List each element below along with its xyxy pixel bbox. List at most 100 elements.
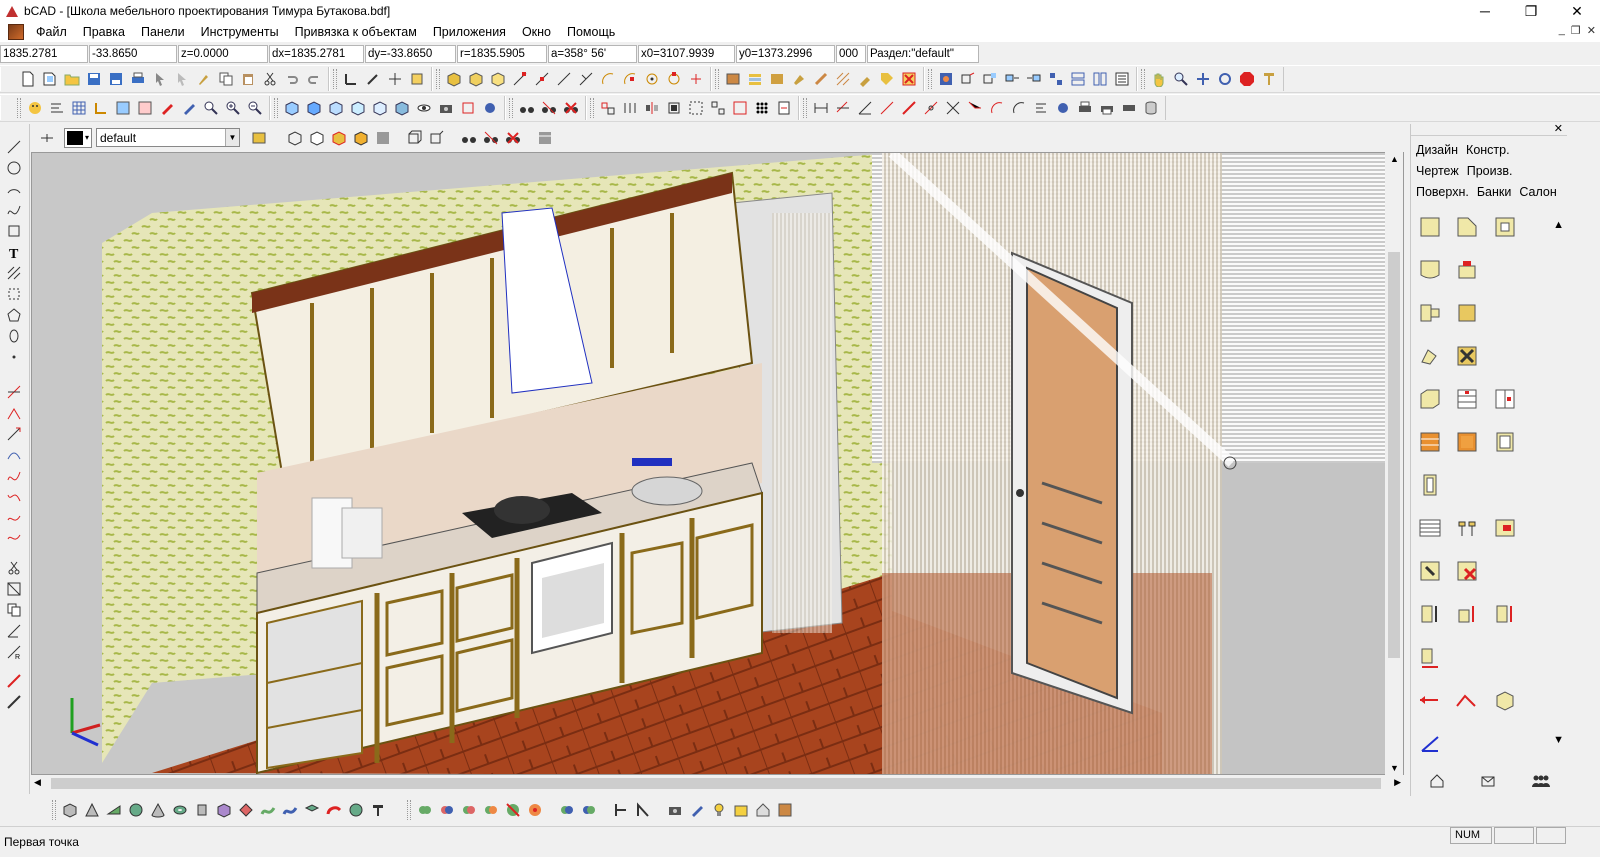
undo-icon[interactable] (281, 68, 303, 90)
arc-dim-icon[interactable] (986, 97, 1008, 119)
snap-perp-icon[interactable] (575, 68, 597, 90)
snap-near-icon[interactable] (553, 68, 575, 90)
grid-icon[interactable] (68, 97, 90, 119)
move-2-icon[interactable] (1023, 68, 1045, 90)
panel-edge-icon[interactable] (1454, 257, 1480, 283)
cad-viewport[interactable] (31, 152, 1404, 775)
edit-line-icon[interactable] (0, 381, 28, 402)
camera-icon[interactable] (435, 97, 457, 119)
pencil-2-icon[interactable] (178, 97, 200, 119)
shelf-icon[interactable] (1417, 300, 1443, 326)
binoculars-2-icon[interactable] (538, 97, 560, 119)
sweep-icon[interactable] (257, 799, 279, 821)
move-arrow-icon[interactable] (1417, 687, 1443, 713)
intersect-icon[interactable] (458, 799, 480, 821)
align-down-icon[interactable] (1417, 644, 1443, 670)
bulb-icon[interactable] (708, 799, 730, 821)
doors-icon[interactable] (1492, 386, 1518, 412)
ungroup-icon[interactable] (707, 97, 729, 119)
pin-icon[interactable] (36, 127, 58, 149)
table-view-icon[interactable] (534, 127, 556, 149)
panel-close-icon[interactable]: ✕ (1554, 122, 1563, 135)
trim-icon[interactable] (0, 402, 28, 423)
dim-diameter-icon[interactable] (898, 97, 920, 119)
tab-production[interactable]: Произв. (1465, 161, 1515, 182)
line-icon[interactable] (0, 136, 28, 157)
vertical-scrollbar[interactable]: ▲ ▼ (1385, 152, 1403, 775)
layer-manager-icon[interactable] (248, 127, 270, 149)
shell-icon[interactable] (345, 799, 367, 821)
loft-icon[interactable] (279, 799, 301, 821)
dim-ordinate-icon[interactable] (920, 97, 942, 119)
printer-icon[interactable] (1074, 97, 1096, 119)
view-front-icon[interactable] (281, 97, 303, 119)
eye-icon[interactable] (413, 97, 435, 119)
copy-obj-icon[interactable] (0, 599, 28, 620)
snap-arc-icon[interactable] (597, 68, 619, 90)
align-icon[interactable] (597, 97, 619, 119)
view-left-icon[interactable] (325, 97, 347, 119)
render-icon[interactable] (935, 68, 957, 90)
horizontal-scrollbar[interactable]: ◀ ▶ (31, 775, 1404, 792)
redo-icon[interactable] (303, 68, 325, 90)
dim-linear-icon[interactable] (810, 97, 832, 119)
panel-curve-icon[interactable] (1417, 257, 1443, 283)
tab-drawing[interactable]: Чертеж (1414, 161, 1461, 182)
binoculars-x-icon[interactable] (560, 97, 582, 119)
curve-4-icon[interactable] (0, 528, 28, 549)
hand-tool-icon[interactable] (1417, 343, 1443, 369)
close-button[interactable]: ✕ (1554, 0, 1600, 22)
color-picker[interactable]: ▾ (64, 127, 92, 148)
solid-pyramid-icon[interactable] (81, 799, 103, 821)
find-2-icon[interactable] (480, 127, 502, 149)
curve-icon[interactable] (0, 465, 28, 486)
pan-hand-icon[interactable] (1148, 68, 1170, 90)
curve-3-icon[interactable] (0, 507, 28, 528)
material-box-icon[interactable] (774, 799, 796, 821)
arc-dim-2-icon[interactable] (1008, 97, 1030, 119)
box-wire-2-icon[interactable] (426, 127, 448, 149)
mail-icon[interactable] (1480, 773, 1496, 792)
block-icon[interactable] (729, 97, 751, 119)
rotate-icon[interactable] (0, 620, 28, 641)
view-2-icon[interactable] (979, 68, 1001, 90)
spline-icon[interactable] (0, 199, 28, 220)
save-as-icon[interactable] (105, 68, 127, 90)
cross-snap-icon[interactable] (384, 68, 406, 90)
dim-icon[interactable] (457, 97, 479, 119)
hidden-view-icon[interactable] (306, 127, 328, 149)
zoom-out-icon[interactable] (244, 97, 266, 119)
printer-2-icon[interactable] (1096, 97, 1118, 119)
select-arrow-icon[interactable] (149, 68, 171, 90)
distribute-icon[interactable] (619, 97, 641, 119)
menu-apps[interactable]: Приложения (425, 22, 514, 42)
path-icon[interactable] (1454, 687, 1480, 713)
mirror-icon[interactable] (641, 97, 663, 119)
extrude-icon[interactable] (213, 799, 235, 821)
solid-cube-icon[interactable] (59, 799, 81, 821)
measure-dist-icon[interactable] (610, 799, 632, 821)
profile-icon[interactable] (367, 799, 389, 821)
tile-h-icon[interactable] (1067, 68, 1089, 90)
delete-part-icon[interactable] (1454, 558, 1480, 584)
snap-end-icon[interactable] (509, 68, 531, 90)
menu-edit[interactable]: Правка (75, 22, 133, 42)
curve-2-icon[interactable] (0, 486, 28, 507)
layers-icon[interactable] (744, 68, 766, 90)
solid-wedge-icon[interactable] (103, 799, 125, 821)
new-window-icon[interactable] (39, 68, 61, 90)
fittings-icon[interactable] (1454, 515, 1480, 541)
stop-icon[interactable] (1236, 68, 1258, 90)
tag-icon[interactable] (876, 68, 898, 90)
tools-icon[interactable] (1454, 343, 1480, 369)
cabinet-icon[interactable] (1417, 386, 1443, 412)
list-icon[interactable] (1111, 68, 1133, 90)
dim-angle-icon[interactable] (854, 97, 876, 119)
zoom-icon[interactable] (1170, 68, 1192, 90)
smiley-icon[interactable] (24, 97, 46, 119)
insert-icon[interactable] (773, 97, 795, 119)
layer-select[interactable]: default ▼ (96, 128, 240, 147)
rotate-r-icon[interactable]: R (0, 641, 28, 662)
paint-icon[interactable] (788, 68, 810, 90)
image-icon[interactable] (112, 97, 134, 119)
